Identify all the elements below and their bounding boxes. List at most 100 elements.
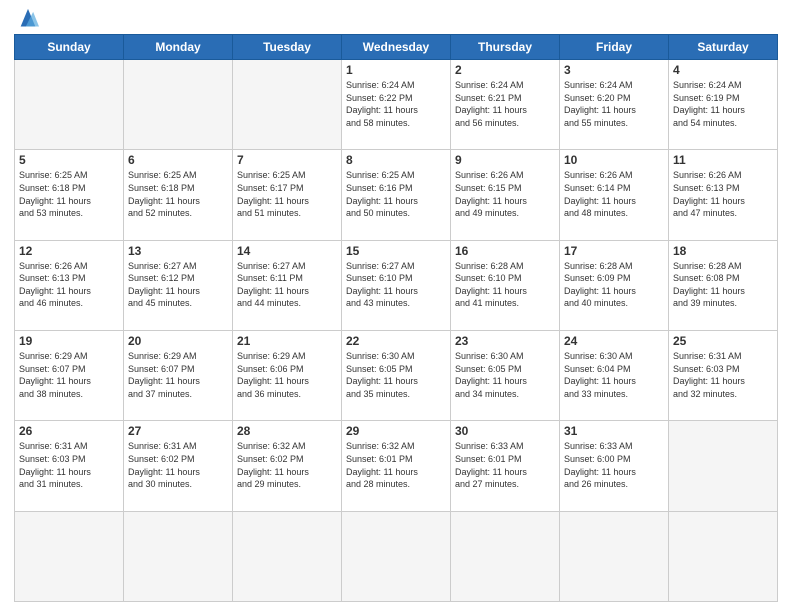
day-number: 25 (673, 334, 773, 348)
header (14, 10, 778, 28)
day-info: Sunrise: 6:26 AM Sunset: 6:13 PM Dayligh… (673, 169, 773, 219)
calendar-cell: 15Sunrise: 6:27 AM Sunset: 6:10 PM Dayli… (342, 240, 451, 330)
weekday-friday: Friday (560, 35, 669, 60)
calendar-cell: 3 Sunrise: 6:24 AM Sunset: 6:20 PM Daylig… (560, 60, 669, 150)
calendar-row: 19 Sunrise: 6:29 AM Sunset: 6:07 PM Dayli… (15, 330, 778, 420)
day-info: Sunrise: 6:25 AM Sunset: 6:16 PM Dayligh… (346, 169, 446, 219)
day-number: 12 (19, 244, 119, 258)
day-info: Sunrise: 6:24 AM Sunset: 6:21 PM Dayligh… (455, 79, 555, 129)
calendar-cell: 17 Sunrise: 6:28 AM Sunset: 6:09 PM Dayli… (560, 240, 669, 330)
day-info: Sunrise: 6:30 AM Sunset: 6:05 PM Dayligh… (455, 350, 555, 400)
day-info: Sunrise: 6:24 AM Sunset: 6:19 PM Dayligh… (673, 79, 773, 129)
day-info: Sunrise: 6:25 AM Sunset: 6:17 PM Dayligh… (237, 169, 337, 219)
day-number: 13 (128, 244, 228, 258)
day-number: 21 (237, 334, 337, 348)
calendar-cell: 28Sunrise: 6:32 AM Sunset: 6:02 PM Dayli… (233, 421, 342, 511)
day-info: Sunrise: 6:26 AM Sunset: 6:14 PM Dayligh… (564, 169, 664, 219)
day-info: Sunrise: 6:33 AM Sunset: 6:00 PM Dayligh… (564, 440, 664, 490)
calendar-cell: 4 Sunrise: 6:24 AM Sunset: 6:19 PM Daylig… (669, 60, 778, 150)
day-info: Sunrise: 6:29 AM Sunset: 6:06 PM Dayligh… (237, 350, 337, 400)
calendar-cell (669, 511, 778, 601)
day-number: 27 (128, 424, 228, 438)
day-number: 22 (346, 334, 446, 348)
calendar-cell (124, 60, 233, 150)
day-number: 5 (19, 153, 119, 167)
calendar-cell (669, 421, 778, 511)
day-info: Sunrise: 6:31 AM Sunset: 6:03 PM Dayligh… (19, 440, 119, 490)
day-info: Sunrise: 6:26 AM Sunset: 6:13 PM Dayligh… (19, 260, 119, 310)
day-number: 3 (564, 63, 664, 77)
day-number: 16 (455, 244, 555, 258)
calendar-table: SundayMondayTuesdayWednesdayThursdayFrid… (14, 34, 778, 602)
calendar-cell: 11 Sunrise: 6:26 AM Sunset: 6:13 PM Dayli… (669, 150, 778, 240)
day-number: 1 (346, 63, 446, 77)
calendar-cell: 14Sunrise: 6:27 AM Sunset: 6:11 PM Dayli… (233, 240, 342, 330)
calendar-cell: 8 Sunrise: 6:25 AM Sunset: 6:16 PM Daylig… (342, 150, 451, 240)
day-number: 30 (455, 424, 555, 438)
day-info: Sunrise: 6:28 AM Sunset: 6:10 PM Dayligh… (455, 260, 555, 310)
calendar-row: 1 Sunrise: 6:24 AM Sunset: 6:22 PM Daylig… (15, 60, 778, 150)
calendar-cell: 31Sunrise: 6:33 AM Sunset: 6:00 PM Dayli… (560, 421, 669, 511)
day-info: Sunrise: 6:27 AM Sunset: 6:10 PM Dayligh… (346, 260, 446, 310)
day-number: 4 (673, 63, 773, 77)
day-number: 18 (673, 244, 773, 258)
calendar-cell: 1 Sunrise: 6:24 AM Sunset: 6:22 PM Daylig… (342, 60, 451, 150)
day-info: Sunrise: 6:30 AM Sunset: 6:05 PM Dayligh… (346, 350, 446, 400)
weekday-monday: Monday (124, 35, 233, 60)
calendar-cell: 16 Sunrise: 6:28 AM Sunset: 6:10 PM Dayli… (451, 240, 560, 330)
day-info: Sunrise: 6:29 AM Sunset: 6:07 PM Dayligh… (19, 350, 119, 400)
day-info: Sunrise: 6:28 AM Sunset: 6:09 PM Dayligh… (564, 260, 664, 310)
calendar-cell: 20Sunrise: 6:29 AM Sunset: 6:07 PM Dayli… (124, 330, 233, 420)
calendar-cell: 21 Sunrise: 6:29 AM Sunset: 6:06 PM Dayli… (233, 330, 342, 420)
calendar-cell: 30 Sunrise: 6:33 AM Sunset: 6:01 PM Dayli… (451, 421, 560, 511)
logo (14, 10, 39, 28)
weekday-saturday: Saturday (669, 35, 778, 60)
day-number: 26 (19, 424, 119, 438)
day-number: 8 (346, 153, 446, 167)
day-info: Sunrise: 6:31 AM Sunset: 6:03 PM Dayligh… (673, 350, 773, 400)
day-info: Sunrise: 6:25 AM Sunset: 6:18 PM Dayligh… (19, 169, 119, 219)
day-info: Sunrise: 6:31 AM Sunset: 6:02 PM Dayligh… (128, 440, 228, 490)
calendar-cell (342, 511, 451, 601)
day-info: Sunrise: 6:24 AM Sunset: 6:22 PM Dayligh… (346, 79, 446, 129)
calendar-cell: 5 Sunrise: 6:25 AM Sunset: 6:18 PM Daylig… (15, 150, 124, 240)
day-number: 6 (128, 153, 228, 167)
calendar-cell (15, 511, 124, 601)
calendar-cell: 26 Sunrise: 6:31 AM Sunset: 6:03 PM Dayli… (15, 421, 124, 511)
day-info: Sunrise: 6:24 AM Sunset: 6:20 PM Dayligh… (564, 79, 664, 129)
weekday-wednesday: Wednesday (342, 35, 451, 60)
calendar-cell: 23Sunrise: 6:30 AM Sunset: 6:05 PM Dayli… (451, 330, 560, 420)
day-info: Sunrise: 6:32 AM Sunset: 6:02 PM Dayligh… (237, 440, 337, 490)
day-number: 9 (455, 153, 555, 167)
calendar-row: 12 Sunrise: 6:26 AM Sunset: 6:13 PM Dayli… (15, 240, 778, 330)
calendar-cell: 18 Sunrise: 6:28 AM Sunset: 6:08 PM Dayli… (669, 240, 778, 330)
day-info: Sunrise: 6:32 AM Sunset: 6:01 PM Dayligh… (346, 440, 446, 490)
weekday-sunday: Sunday (15, 35, 124, 60)
calendar-row: 26 Sunrise: 6:31 AM Sunset: 6:03 PM Dayli… (15, 421, 778, 511)
day-number: 10 (564, 153, 664, 167)
calendar-cell (233, 60, 342, 150)
day-info: Sunrise: 6:25 AM Sunset: 6:18 PM Dayligh… (128, 169, 228, 219)
calendar-cell: 9Sunrise: 6:26 AM Sunset: 6:15 PM Daylig… (451, 150, 560, 240)
calendar-cell: 29 Sunrise: 6:32 AM Sunset: 6:01 PM Dayli… (342, 421, 451, 511)
day-number: 29 (346, 424, 446, 438)
day-info: Sunrise: 6:33 AM Sunset: 6:01 PM Dayligh… (455, 440, 555, 490)
calendar-cell (15, 60, 124, 150)
calendar-cell: 19 Sunrise: 6:29 AM Sunset: 6:07 PM Dayli… (15, 330, 124, 420)
calendar-cell: 10 Sunrise: 6:26 AM Sunset: 6:14 PM Dayli… (560, 150, 669, 240)
day-number: 11 (673, 153, 773, 167)
calendar-cell: 24 Sunrise: 6:30 AM Sunset: 6:04 PM Dayli… (560, 330, 669, 420)
calendar-cell: 22 Sunrise: 6:30 AM Sunset: 6:05 PM Dayli… (342, 330, 451, 420)
calendar-cell: 25 Sunrise: 6:31 AM Sunset: 6:03 PM Dayli… (669, 330, 778, 420)
day-number: 17 (564, 244, 664, 258)
day-number: 7 (237, 153, 337, 167)
page: SundayMondayTuesdayWednesdayThursdayFrid… (0, 0, 792, 612)
day-number: 2 (455, 63, 555, 77)
day-number: 19 (19, 334, 119, 348)
weekday-header-row: SundayMondayTuesdayWednesdayThursdayFrid… (15, 35, 778, 60)
day-info: Sunrise: 6:28 AM Sunset: 6:08 PM Dayligh… (673, 260, 773, 310)
calendar-cell: 7 Sunrise: 6:25 AM Sunset: 6:17 PM Daylig… (233, 150, 342, 240)
day-info: Sunrise: 6:30 AM Sunset: 6:04 PM Dayligh… (564, 350, 664, 400)
logo-icon (17, 6, 39, 28)
day-number: 24 (564, 334, 664, 348)
